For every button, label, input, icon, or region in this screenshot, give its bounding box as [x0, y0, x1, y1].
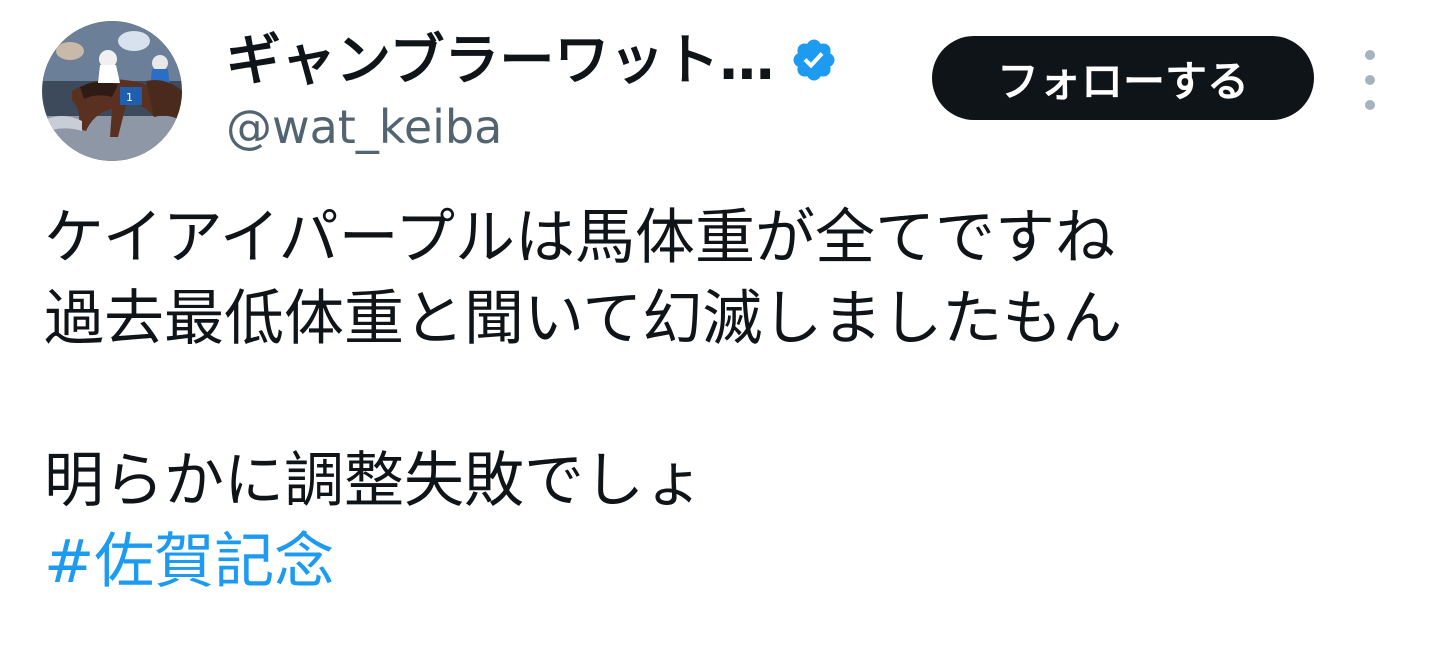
more-vertical-icon-dot [1365, 75, 1375, 85]
avatar-horse-racing-image: 1 [42, 21, 182, 161]
tweet-text-line: 明らかに調整失敗でしょ [44, 446, 704, 516]
hashtag-link[interactable]: #佐賀記念 [44, 527, 334, 597]
more-vertical-icon-dot [1365, 100, 1375, 110]
more-options-button[interactable] [1350, 50, 1390, 110]
author-display-name[interactable]: ギャンブラーワット… [226, 28, 774, 92]
more-vertical-icon [1365, 50, 1375, 60]
author-handle[interactable]: @wat_keiba [226, 98, 502, 156]
verified-badge-icon [793, 39, 835, 81]
hashtag-line: #佐賀記念 [44, 522, 1404, 603]
follow-button[interactable]: フォローする [932, 36, 1314, 120]
svg-text:1: 1 [126, 91, 133, 104]
tweet-text: ケイアイパープルは馬体重が全てですね 過去最低体重と聞いて幻滅しましたもん 明ら… [44, 198, 1404, 603]
author-avatar[interactable]: 1 [42, 21, 182, 161]
tweet-text-line: 過去最低体重と聞いて幻滅しましたもん [44, 284, 1123, 354]
tweet-text-line: ケイアイパープルは馬体重が全てですね [44, 203, 1115, 273]
tweet-card: 1 ギャンブラーワット… @wat_keiba フォローする ケイアイパープルは… [0, 0, 1440, 669]
